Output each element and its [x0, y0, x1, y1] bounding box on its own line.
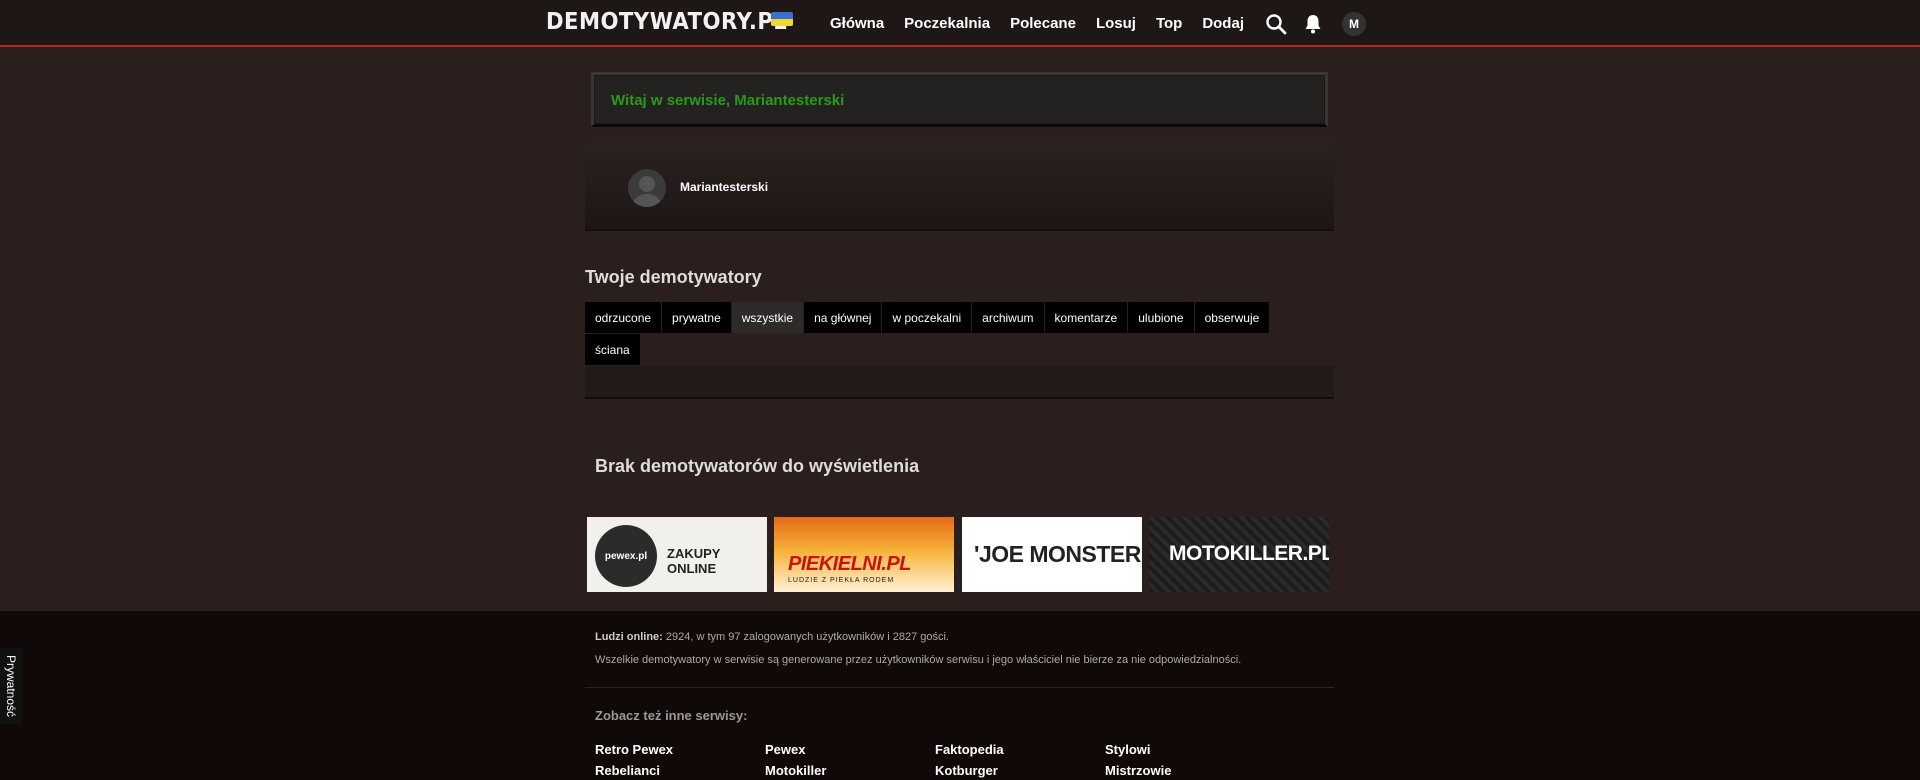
- disclaimer: Wszelkie demotywatory w serwisie są gene…: [595, 654, 1242, 666]
- pewex-banner-text: ZAKUPY ONLINE: [667, 546, 721, 576]
- joemonster-banner-text: 'JOE MONSTER: [974, 541, 1141, 567]
- online-label: Ludzi online:: [595, 631, 663, 643]
- nav-polecane[interactable]: Polecane: [1010, 15, 1076, 32]
- user-avatar-button[interactable]: M: [1342, 12, 1366, 36]
- tab-na-glownej[interactable]: na głównej: [804, 302, 882, 333]
- piekielni-banner-text: PIEKIELNI.PL: [788, 553, 911, 575]
- footer: Ludzi online: 2924, w tym 97 zalogowanyc…: [0, 611, 1920, 780]
- nav-poczekalnia[interactable]: Poczekalnia: [904, 15, 990, 32]
- banner-joemonster[interactable]: 'JOE MONSTER: [962, 517, 1142, 592]
- tab-ulubione[interactable]: ulubione: [1128, 302, 1194, 333]
- footer-divider: [585, 687, 1334, 688]
- online-stats: Ludzi online: 2924, w tym 97 zalogowanyc…: [595, 631, 949, 643]
- welcome-text: Witaj w serwisie, Mariantesterski: [611, 92, 845, 109]
- nav-losuj[interactable]: Losuj: [1096, 15, 1136, 32]
- profile-avatar[interactable]: [628, 169, 666, 207]
- footer-link-kotburger[interactable]: Kotburger: [935, 763, 998, 778]
- tab-archiwum[interactable]: archiwum: [972, 302, 1044, 333]
- site-logo[interactable]: DEMOTYWATORY.PL: [546, 9, 787, 35]
- profile-username[interactable]: Mariantesterski: [680, 180, 768, 194]
- footer-link-pewex[interactable]: Pewex: [765, 742, 805, 757]
- bell-icon[interactable]: [1301, 12, 1325, 36]
- tab-obserwuje[interactable]: obserwuje: [1194, 302, 1270, 333]
- piekielni-banner-subtext: LUDZIE Z PIEKŁA RODEM: [788, 577, 895, 584]
- empty-message: Brak demotywatorów do wyświetlenia: [595, 456, 920, 476]
- banner-piekielni[interactable]: PIEKIELNI.PL LUDZIE Z PIEKŁA RODEM: [774, 517, 954, 592]
- partner-banners: pewex.pl ZAKUPY ONLINE PIEKIELNI.PL LUDZ…: [587, 517, 1329, 592]
- main-nav: Główna Poczekalnia Polecane Losuj Top Do…: [830, 0, 1264, 47]
- top-navbar: DEMOTYWATORY.PL Główna Poczekalnia Polec…: [0, 0, 1920, 47]
- banner-motokiller[interactable]: MOTOKILLER.PL: [1149, 517, 1329, 592]
- tab-sciana[interactable]: ściana: [585, 334, 640, 365]
- footer-link-faktopedia[interactable]: Faktopedia: [935, 742, 1004, 757]
- motokiller-banner-text: MOTOKILLER.PL: [1169, 542, 1329, 565]
- footer-link-stylowi[interactable]: Stylowi: [1105, 742, 1151, 757]
- pewex-logo: pewex.pl: [595, 525, 657, 587]
- footer-link-motokiller[interactable]: Motokiller: [765, 763, 826, 778]
- footer-link-mistrzowie[interactable]: Mistrzowie: [1105, 763, 1171, 778]
- ukraine-flag-icon: [771, 12, 793, 26]
- nav-glowna[interactable]: Główna: [830, 15, 884, 32]
- footer-link-rebelianci[interactable]: Rebelianci: [595, 763, 660, 778]
- tab-w-poczekalni[interactable]: w poczekalni: [882, 302, 972, 333]
- tab-odrzucone[interactable]: odrzucone: [585, 302, 662, 333]
- welcome-box: Witaj w serwisie, Mariantesterski: [591, 72, 1328, 127]
- demotywatory-tabs: odrzucone prywatne wszystkie na głównej …: [585, 302, 1285, 366]
- footer-link-retro-pewex[interactable]: Retro Pewex: [595, 742, 673, 757]
- online-text: 2924, w tym 97 zalogowanych użytkowników…: [665, 631, 949, 643]
- see-also-heading: Zobacz też inne serwisy:: [595, 708, 748, 723]
- tab-wszystkie[interactable]: wszystkie: [731, 302, 804, 333]
- section-title: Twoje demotywatory: [585, 267, 762, 287]
- privacy-button[interactable]: Prywatność: [0, 648, 22, 724]
- profile-box: Mariantesterski: [585, 139, 1334, 231]
- tab-komentarze[interactable]: komentarze: [1044, 302, 1128, 333]
- nav-dodaj[interactable]: Dodaj: [1202, 15, 1244, 32]
- search-icon[interactable]: [1264, 12, 1288, 36]
- banner-pewex[interactable]: pewex.pl ZAKUPY ONLINE: [587, 517, 767, 592]
- tabs-underbar: [585, 366, 1334, 399]
- tab-prywatne[interactable]: prywatne: [662, 302, 731, 333]
- nav-top[interactable]: Top: [1156, 15, 1182, 32]
